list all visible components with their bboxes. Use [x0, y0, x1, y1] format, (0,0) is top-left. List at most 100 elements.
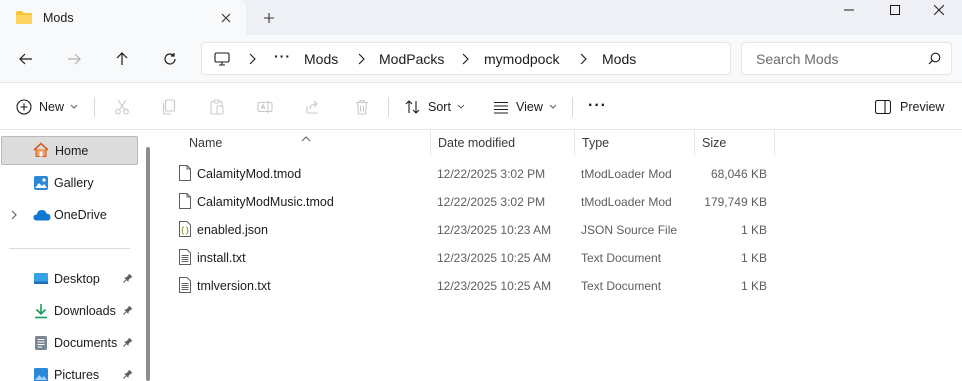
view-button[interactable]: View — [493, 94, 557, 120]
new-button[interactable]: New — [16, 94, 78, 120]
file-type: Text Document — [581, 279, 662, 293]
file-name: CalamityModMusic.tmod — [197, 195, 334, 209]
divider — [9, 248, 130, 249]
close-icon[interactable] — [916, 0, 962, 20]
close-tab-icon[interactable] — [215, 7, 237, 29]
file-size: 1 KB — [740, 223, 767, 237]
cut-button[interactable] — [114, 94, 130, 120]
sort-button[interactable]: Sort — [405, 94, 465, 120]
column-header-label: Type — [582, 136, 610, 150]
chevron-right-icon[interactable] — [461, 53, 469, 65]
sidebar-item-desktop[interactable]: Desktop — [1, 265, 138, 294]
documents-icon — [33, 335, 49, 351]
refresh-icon[interactable] — [156, 46, 184, 72]
column-header-date[interactable]: Date modified — [430, 131, 574, 155]
pin-icon[interactable] — [123, 369, 133, 379]
file-date: 12/23/2025 10:25 AM — [437, 251, 552, 265]
new-label: New — [39, 100, 65, 114]
command-bar: New Sort View ··· Preview — [0, 84, 962, 130]
sidebar-item-documents[interactable]: Documents — [1, 329, 138, 358]
breadcrumb-mods-root[interactable]: Mods — [304, 51, 338, 67]
search-icon[interactable] — [928, 52, 941, 65]
file-type: Text Document — [581, 251, 662, 265]
pin-icon[interactable] — [123, 337, 133, 347]
delete-button[interactable] — [354, 94, 370, 120]
sidebar-item-onedrive[interactable]: OneDrive — [1, 201, 138, 230]
file-type: tModLoader Mod — [581, 167, 672, 181]
sidebar-item-pictures[interactable]: Pictures — [1, 361, 138, 381]
up-icon[interactable] — [108, 46, 136, 72]
plus-icon[interactable] — [258, 7, 280, 29]
sidebar-item-gallery[interactable]: Gallery — [1, 169, 138, 198]
sidebar-item-label: Home — [55, 144, 89, 158]
file-list: Name Date modified Type Size CalamityMod… — [152, 131, 962, 381]
chevron-down-icon — [70, 104, 78, 110]
gallery-icon — [33, 175, 49, 191]
column-header-label: Name — [189, 136, 223, 150]
pin-icon[interactable] — [123, 305, 133, 315]
rename-button[interactable] — [257, 94, 273, 120]
chevron-down-icon — [549, 104, 557, 110]
column-header-name[interactable]: Name — [181, 131, 430, 155]
breadcrumb-overflow[interactable]: ··· — [274, 48, 291, 64]
sidebar-item-label: Desktop — [54, 272, 100, 286]
table-row[interactable]: enabled.json 12/23/2025 10:23 AM JSON So… — [173, 215, 775, 243]
file-date: 12/23/2025 10:25 AM — [437, 279, 552, 293]
file-type: JSON Source File — [581, 223, 678, 237]
sidebar-item-home[interactable]: Home — [1, 136, 138, 165]
table-row[interactable]: CalamityModMusic.tmod 12/22/2025 3:02 PM… — [173, 187, 775, 215]
sort-label: Sort — [428, 100, 451, 114]
search-input[interactable] — [743, 44, 923, 73]
chevron-right-icon[interactable] — [248, 53, 256, 65]
pin-icon[interactable] — [123, 273, 133, 283]
tab-mods[interactable]: Mods — [0, 0, 246, 35]
file-icon — [179, 165, 191, 181]
chevron-right-icon[interactable] — [357, 53, 365, 65]
breadcrumb-modpacks[interactable]: ModPacks — [379, 51, 444, 67]
json-file-icon — [179, 221, 191, 237]
sort-ascending-icon — [301, 136, 311, 142]
column-header-size[interactable]: Size — [694, 131, 774, 155]
breadcrumb-mymodpock[interactable]: mymodpock — [484, 51, 559, 67]
sidebar-item-label: OneDrive — [54, 208, 107, 222]
share-button[interactable] — [305, 94, 321, 120]
more-icon: ··· — [588, 97, 607, 114]
cloud-icon — [33, 209, 51, 221]
navigation-pane: Home Gallery OneDrive Desktop Downloads — [0, 131, 150, 381]
file-icon — [179, 193, 191, 209]
copy-button[interactable] — [161, 94, 177, 120]
chevron-down-icon — [457, 104, 465, 110]
file-size: 1 KB — [740, 251, 767, 265]
file-date: 12/23/2025 10:23 AM — [437, 223, 552, 237]
sidebar-scrollbar[interactable] — [146, 147, 150, 381]
table-row[interactable]: tmlversion.txt 12/23/2025 10:25 AM Text … — [173, 271, 775, 299]
forward-icon[interactable] — [60, 46, 88, 72]
preview-button[interactable]: Preview — [875, 94, 944, 120]
back-icon[interactable] — [12, 46, 40, 72]
chevron-right-icon[interactable] — [579, 53, 587, 65]
copy-icon — [161, 99, 177, 115]
plus-circle-icon — [16, 99, 32, 115]
file-type: tModLoader Mod — [581, 195, 672, 209]
folder-icon — [15, 10, 33, 25]
table-row[interactable]: CalamityMod.tmod 12/22/2025 3:02 PM tMod… — [173, 159, 775, 187]
search-box[interactable] — [741, 42, 952, 75]
trash-icon — [354, 99, 370, 115]
column-divider[interactable] — [774, 131, 775, 155]
paste-button[interactable] — [209, 94, 225, 120]
minimize-icon[interactable] — [826, 0, 872, 20]
sidebar-item-downloads[interactable]: Downloads — [1, 297, 138, 326]
more-options-button[interactable]: ··· — [588, 93, 607, 119]
paste-icon — [209, 99, 225, 115]
cut-icon — [114, 99, 130, 115]
address-bar[interactable]: ··· Mods ModPacks mymodpock Mods — [201, 42, 731, 75]
maximize-icon[interactable] — [872, 0, 918, 20]
file-date: 12/22/2025 3:02 PM — [437, 195, 546, 209]
sidebar-item-label: Documents — [54, 336, 118, 350]
computer-icon[interactable] — [214, 52, 230, 66]
tab-title: Mods — [43, 11, 74, 25]
breadcrumb-mods-current[interactable]: Mods — [602, 51, 636, 67]
column-header-type[interactable]: Type — [574, 131, 694, 155]
chevron-right-icon[interactable] — [10, 210, 18, 220]
table-row[interactable]: install.txt 12/23/2025 10:25 AM Text Doc… — [173, 243, 775, 271]
